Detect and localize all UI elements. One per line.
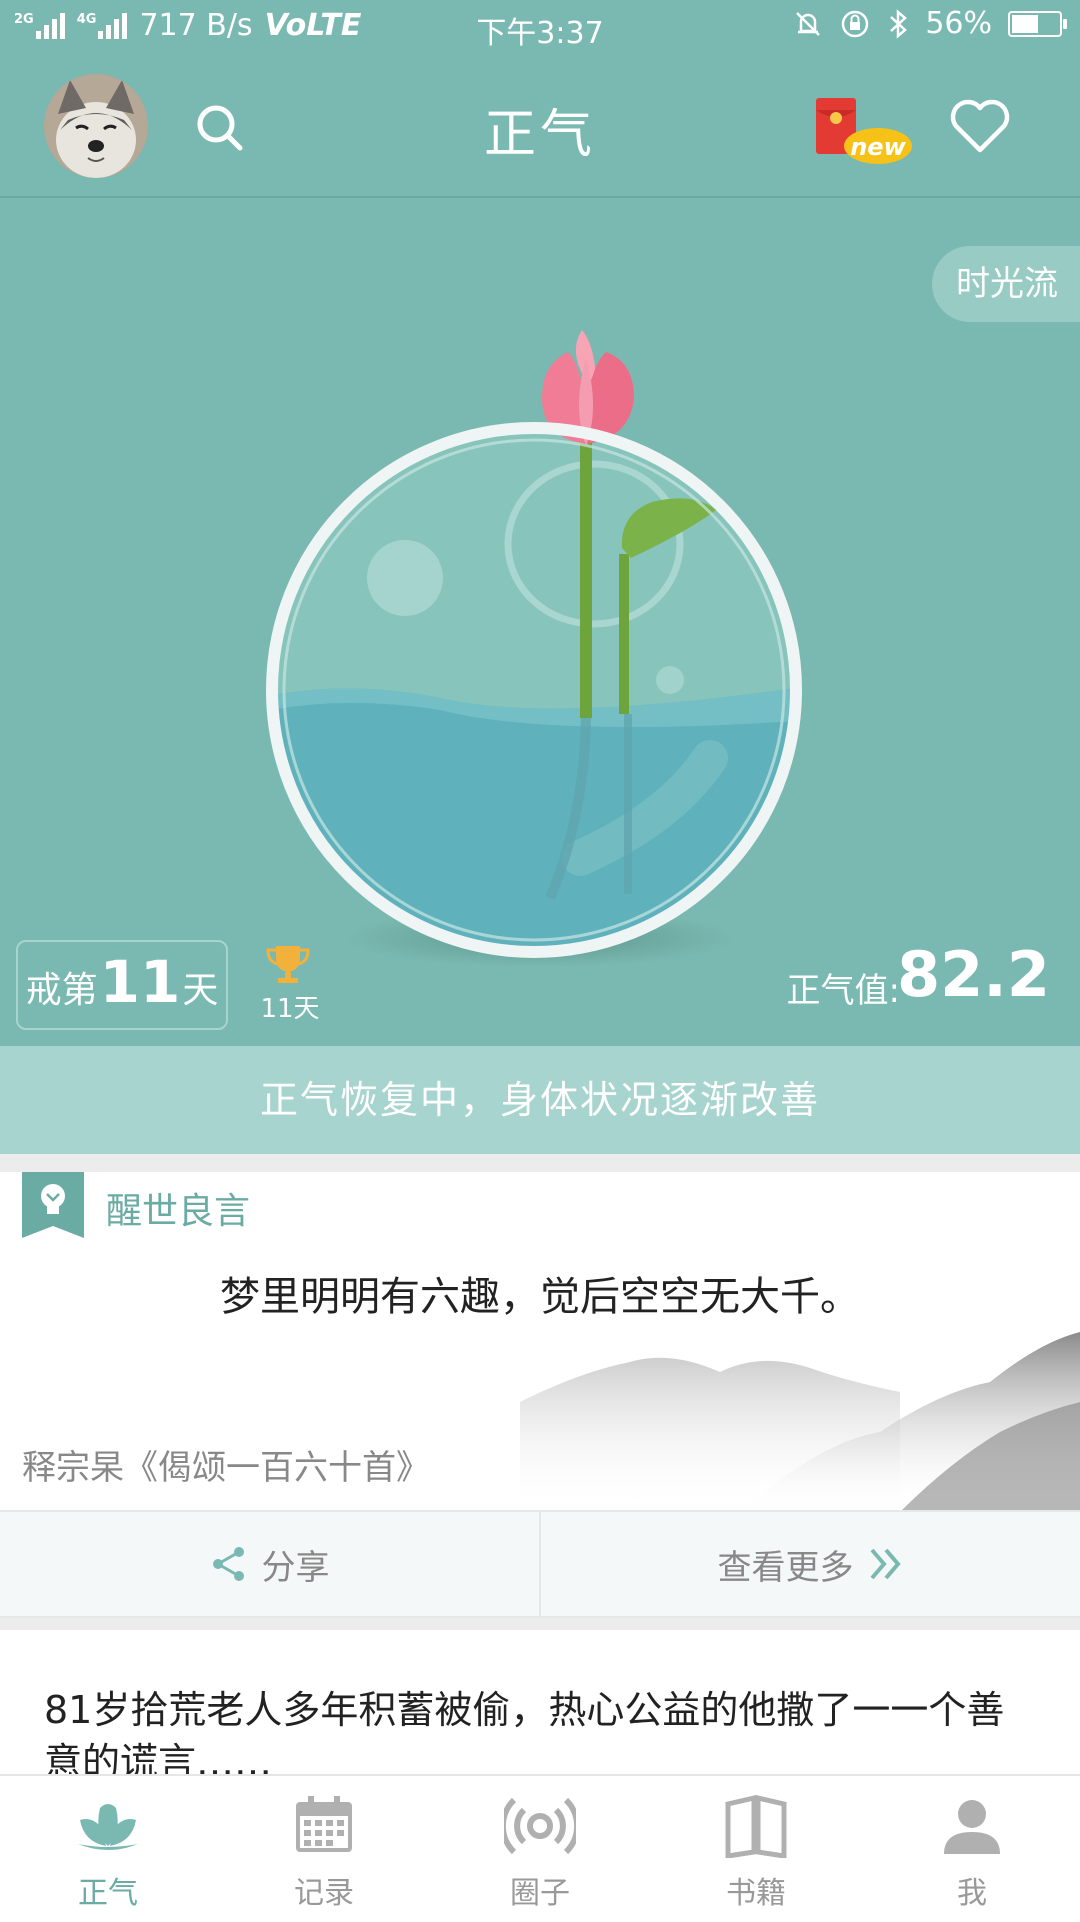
streak-suffix: 天: [182, 970, 219, 1011]
timeflow-button[interactable]: 时光流: [932, 246, 1080, 322]
quote-text: 梦里明明有六趣，觉后空空无大千。: [220, 1274, 860, 1320]
share-icon: [212, 1547, 244, 1581]
zhengqi-label: 正气值:: [786, 971, 900, 1011]
nav-label: 书籍: [726, 1876, 786, 1911]
status-bar: 2G 4G 717 B/s VoLTE 下午3:37 56%: [0, 0, 1080, 56]
nav-label: 圈子: [510, 1876, 570, 1911]
app-header: 正气 new: [0, 56, 1080, 198]
streak-counter[interactable]: 戒第 11 天: [16, 940, 228, 1030]
share-label: 分享: [261, 1547, 330, 1588]
trophy-icon[interactable]: [260, 944, 316, 984]
quote-actions: 分享 查看更多: [0, 1510, 1080, 1618]
page-title: 正气: [483, 105, 596, 165]
ink-mountains-image: [520, 1332, 1080, 1510]
battery-icon: [1008, 10, 1067, 37]
mute-bell-icon: [796, 11, 821, 36]
quote-card[interactable]: 醒世良言 梦里明明有六趣，觉后空空无大千。 释宗杲《偈颂一百六十首》: [0, 1172, 1080, 1510]
status-right: 56%: [793, 6, 1067, 41]
nav-item-records[interactable]: 记录: [216, 1776, 432, 1922]
quote-section-title: 醒世良言: [106, 1191, 251, 1232]
hero-panel: 时光流 戒第 11 天 11天 正气值: 82.2: [0, 198, 1080, 1046]
view-more-button[interactable]: 查看更多: [541, 1512, 1080, 1616]
lotus-bowl-illustration: [266, 330, 802, 958]
share-button[interactable]: 分享: [0, 1512, 539, 1616]
double-chevron-right-icon: [869, 1548, 901, 1580]
nav-item-me[interactable]: 我: [864, 1776, 1080, 1922]
calendar-icon: [296, 1796, 352, 1852]
nav-label: 记录: [294, 1876, 354, 1911]
best-record: 11天: [260, 994, 320, 1024]
bottom-nav: 正气 记录 圈子 书籍 我: [0, 1774, 1080, 1922]
broadcast-icon: [504, 1797, 576, 1855]
heart-icon[interactable]: [948, 96, 1012, 156]
zhengqi-value: 82.2: [897, 938, 1050, 1011]
nav-item-zhengqi[interactable]: 正气: [0, 1776, 216, 1922]
battery-level: [1012, 14, 1038, 33]
nav-item-books[interactable]: 书籍: [648, 1776, 864, 1922]
streak-days: 11: [99, 948, 181, 1016]
nav-item-circle[interactable]: 圈子: [432, 1776, 648, 1922]
nav-label: 我: [957, 1876, 987, 1911]
bluetooth-icon: [890, 8, 908, 39]
lotus-icon: [78, 1804, 138, 1850]
view-more-label: 查看更多: [717, 1547, 854, 1588]
new-badge: new: [850, 133, 906, 161]
quote-source: 释宗杲《偈颂一百六十首》: [22, 1448, 430, 1488]
nav-label: 正气: [78, 1876, 138, 1911]
lightbulb-icon: [22, 1172, 84, 1238]
person-icon: [944, 1800, 1000, 1854]
red-packet-icon[interactable]: new: [814, 96, 914, 176]
news-title: 81岁拾荒老人多年积蓄被偷，热心公益的他撒了一一个善意的谎言……: [44, 1688, 1005, 1784]
battery-percent: 56%: [925, 6, 992, 41]
streak-prefix: 戒第: [25, 970, 98, 1011]
rotation-lock-icon: [842, 10, 869, 37]
book-icon: [725, 1794, 787, 1858]
status-banner: 正气恢复中，身体状况逐渐改善: [0, 1046, 1080, 1154]
